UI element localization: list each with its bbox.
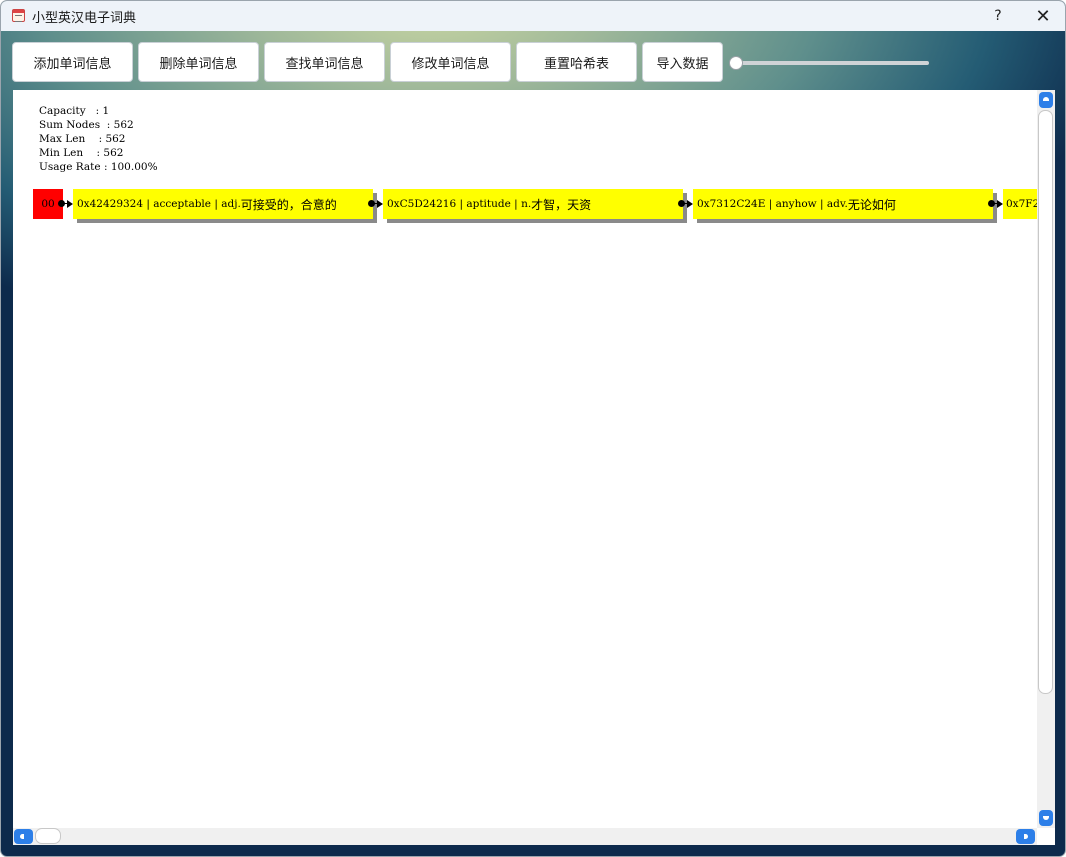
- stat-capacity: Capacity : 1: [39, 105, 110, 117]
- title-bar[interactable]: 小型英汉电子词典 ? ✕: [1, 1, 1065, 31]
- find-word-button[interactable]: 查找单词信息: [264, 42, 385, 82]
- close-button[interactable]: ✕: [1026, 1, 1060, 31]
- node-meaning: 可接受的，合意的: [240, 197, 337, 212]
- scroll-left-icon[interactable]: [14, 829, 33, 844]
- arrow-head-icon: [997, 200, 1003, 208]
- list-node: 0xC5D24216 | aptitude | n. 才智，天资: [383, 189, 683, 219]
- zoom-slider-track[interactable]: [737, 61, 929, 65]
- list-node-partial: 0x7F2: [1003, 189, 1037, 219]
- main-window: 小型英汉电子词典 ? ✕ 添加单词信息 删除单词信息 查找单词信息 修改单词信息…: [0, 0, 1066, 857]
- arrow-head-icon: [67, 200, 73, 208]
- node-meaning: 才智，天资: [531, 197, 592, 212]
- stats-panel: Capacity : 1 Sum Nodes : 562 Max Len : 562…: [39, 104, 158, 174]
- scroll-right-icon[interactable]: [1016, 829, 1035, 844]
- horizontal-scrollbar[interactable]: [13, 828, 1037, 845]
- list-node: 0x7312C24E | anyhow | adv. 无论如何: [693, 189, 993, 219]
- vertical-scrollbar[interactable]: [1037, 90, 1055, 828]
- zoom-slider-handle[interactable]: [729, 56, 743, 70]
- node-hash: 0xC5D24216: [387, 198, 457, 210]
- app-icon: [12, 9, 25, 22]
- node-pos: n.: [521, 198, 532, 210]
- stat-sum-nodes: Sum Nodes : 562: [39, 119, 134, 131]
- node-hash: 0x7312C24E: [697, 198, 766, 210]
- delete-word-button[interactable]: 删除单词信息: [138, 42, 259, 82]
- stat-usage-rate: Usage Rate : 100.00%: [39, 161, 158, 173]
- stat-min-len: Min Len : 562: [39, 147, 124, 159]
- vertical-scroll-thumb[interactable]: [1038, 110, 1053, 694]
- hash-table-canvas[interactable]: Capacity : 1 Sum Nodes : 562 Max Len : 562…: [13, 90, 1055, 845]
- node-hash: 0x42429324: [77, 198, 144, 210]
- list-node: 0x42429324 | acceptable | adj. 可接受的，合意的: [73, 189, 373, 219]
- node-meaning: 无论如何: [847, 197, 896, 212]
- window-title: 小型英汉电子词典: [32, 11, 137, 26]
- arrow-head-icon: [377, 200, 383, 208]
- add-word-button[interactable]: 添加单词信息: [12, 42, 133, 82]
- node-hash: 0x7F2: [1006, 198, 1037, 210]
- node-pos: adv.: [826, 198, 848, 210]
- node-pos: adj.: [221, 198, 241, 210]
- node-word: acceptable: [153, 198, 211, 210]
- node-word: anyhow: [775, 198, 817, 210]
- stat-max-len: Max Len : 562: [39, 133, 126, 145]
- scroll-up-icon[interactable]: [1039, 92, 1053, 108]
- arrow-head-icon: [687, 200, 693, 208]
- scroll-down-icon[interactable]: [1039, 810, 1053, 826]
- reset-hashtable-button[interactable]: 重置哈希表: [516, 42, 637, 82]
- horizontal-scroll-thumb[interactable]: [35, 828, 61, 844]
- help-button[interactable]: ?: [984, 1, 1012, 31]
- node-word: aptitude: [466, 198, 511, 210]
- import-data-button[interactable]: 导入数据: [642, 42, 723, 82]
- modify-word-button[interactable]: 修改单词信息: [390, 42, 511, 82]
